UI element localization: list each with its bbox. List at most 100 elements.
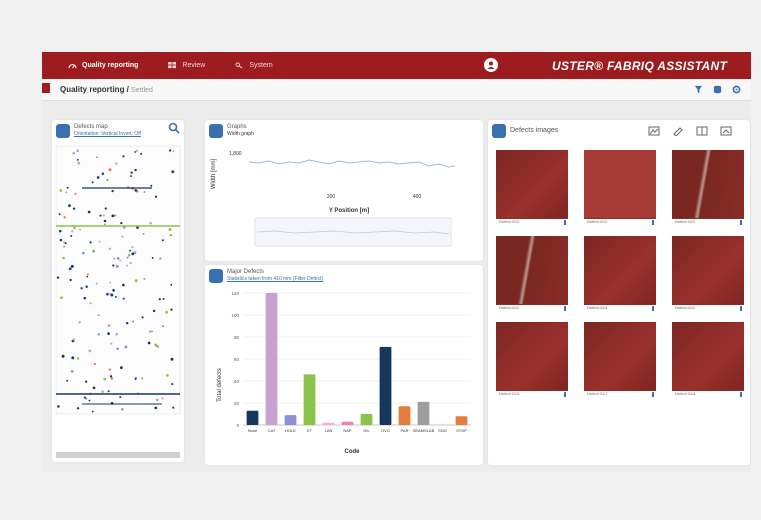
defect-marker[interactable] bbox=[170, 283, 173, 286]
defect-marker[interactable] bbox=[129, 261, 132, 265]
defect-marker[interactable] bbox=[96, 156, 98, 159]
defect-marker[interactable] bbox=[83, 296, 87, 300]
nav-system[interactable]: System bbox=[235, 62, 273, 69]
defect-marker[interactable] bbox=[59, 189, 63, 192]
defect-marker[interactable] bbox=[101, 172, 105, 175]
defect-marker[interactable] bbox=[59, 229, 62, 233]
defect-marker[interactable] bbox=[149, 330, 152, 333]
bar[interactable] bbox=[417, 401, 430, 425]
nav-review[interactable]: Review bbox=[168, 62, 205, 69]
defect-marker[interactable] bbox=[96, 176, 100, 179]
defect-marker[interactable] bbox=[130, 171, 133, 174]
defect-image-thumbnail[interactable]: Defect 01/2 bbox=[584, 150, 656, 226]
defect-marker[interactable] bbox=[62, 241, 66, 244]
defect-marker[interactable] bbox=[72, 151, 76, 155]
defect-marker[interactable] bbox=[155, 344, 158, 348]
bar[interactable] bbox=[360, 414, 373, 425]
defect-marker[interactable] bbox=[158, 298, 161, 301]
info-icon[interactable] bbox=[564, 220, 566, 225]
defect-marker[interactable] bbox=[171, 383, 174, 386]
defect-marker[interactable] bbox=[130, 175, 133, 178]
defect-marker[interactable] bbox=[140, 152, 143, 155]
defect-marker[interactable] bbox=[87, 210, 91, 214]
defect-marker[interactable] bbox=[70, 235, 73, 237]
info-icon[interactable] bbox=[652, 392, 654, 397]
defect-marker[interactable] bbox=[103, 219, 107, 223]
defect-marker[interactable] bbox=[116, 347, 119, 350]
defect-marker[interactable] bbox=[150, 184, 153, 187]
defect-marker[interactable] bbox=[76, 158, 79, 161]
info-icon[interactable] bbox=[740, 306, 742, 311]
defect-marker[interactable] bbox=[115, 264, 119, 268]
defect-marker[interactable] bbox=[72, 207, 76, 210]
defect-marker[interactable] bbox=[60, 296, 63, 300]
map-scrollbar[interactable] bbox=[56, 452, 180, 458]
bar[interactable] bbox=[455, 416, 468, 425]
defect-marker[interactable] bbox=[62, 256, 65, 260]
user-avatar-button[interactable] bbox=[484, 58, 498, 72]
defect-marker[interactable] bbox=[83, 396, 86, 399]
defect-marker[interactable] bbox=[68, 204, 71, 208]
defect-marker[interactable] bbox=[154, 406, 158, 410]
bar[interactable] bbox=[322, 422, 335, 425]
defect-marker[interactable] bbox=[88, 399, 91, 402]
bar[interactable] bbox=[265, 293, 278, 425]
defect-marker[interactable] bbox=[58, 213, 61, 216]
defect-marker[interactable] bbox=[98, 240, 101, 243]
bar[interactable] bbox=[303, 374, 316, 425]
defect-marker[interactable] bbox=[82, 251, 85, 255]
defect-marker[interactable] bbox=[171, 170, 175, 174]
defect-marker[interactable] bbox=[107, 324, 111, 328]
defect-marker[interactable] bbox=[107, 390, 110, 393]
defect-marker[interactable] bbox=[108, 247, 112, 251]
defect-marker[interactable] bbox=[110, 377, 114, 380]
defect-marker[interactable] bbox=[57, 405, 60, 408]
defect-marker[interactable] bbox=[66, 186, 69, 189]
defect-marker[interactable] bbox=[172, 406, 175, 409]
defect-marker[interactable] bbox=[104, 207, 107, 210]
defect-marker[interactable] bbox=[119, 259, 122, 262]
info-icon[interactable] bbox=[564, 306, 566, 311]
defect-marker[interactable] bbox=[126, 264, 129, 267]
defect-marker[interactable] bbox=[102, 214, 105, 217]
defect-marker[interactable] bbox=[91, 181, 94, 184]
defect-image-thumbnail[interactable]: Defect 01/2 bbox=[672, 150, 744, 226]
defect-marker[interactable] bbox=[63, 216, 66, 219]
defect-marker[interactable] bbox=[108, 168, 112, 172]
defect-marker[interactable] bbox=[85, 285, 88, 288]
defect-marker[interactable] bbox=[109, 375, 113, 378]
info-icon[interactable] bbox=[740, 220, 742, 225]
defect-marker[interactable] bbox=[122, 283, 125, 287]
defect-marker[interactable] bbox=[151, 257, 154, 259]
defect-marker[interactable] bbox=[121, 408, 124, 411]
defect-marker[interactable] bbox=[126, 321, 129, 325]
defect-marker[interactable] bbox=[89, 241, 92, 244]
defect-image-thumbnail[interactable]: Defect 01/3 bbox=[496, 322, 568, 398]
defect-marker[interactable] bbox=[172, 150, 175, 153]
defect-marker[interactable] bbox=[59, 238, 63, 242]
defect-marker[interactable] bbox=[86, 275, 89, 278]
defect-marker[interactable] bbox=[141, 377, 144, 380]
bar[interactable] bbox=[341, 421, 354, 425]
defect-marker[interactable] bbox=[134, 377, 137, 381]
defect-marker[interactable] bbox=[95, 282, 98, 285]
defect-marker[interactable] bbox=[62, 245, 66, 248]
defect-marker[interactable] bbox=[86, 273, 89, 276]
defect-marker[interactable] bbox=[156, 398, 159, 402]
defect-marker[interactable] bbox=[92, 386, 96, 390]
defect-marker[interactable] bbox=[122, 155, 125, 158]
defect-marker[interactable] bbox=[101, 390, 104, 394]
defect-marker[interactable] bbox=[165, 310, 168, 314]
defect-marker[interactable] bbox=[76, 407, 80, 410]
defect-marker[interactable] bbox=[115, 162, 118, 165]
defect-marker[interactable] bbox=[170, 308, 173, 311]
defect-marker[interactable] bbox=[119, 396, 122, 399]
defect-marker[interactable] bbox=[111, 214, 115, 218]
info-icon[interactable] bbox=[652, 306, 654, 311]
defect-marker[interactable] bbox=[168, 228, 172, 231]
defect-marker[interactable] bbox=[106, 178, 109, 182]
defect-marker[interactable] bbox=[161, 397, 164, 400]
defect-image-thumbnail[interactable]: Defect 01/2 bbox=[496, 150, 568, 226]
defect-marker[interactable] bbox=[131, 252, 135, 256]
defect-marker[interactable] bbox=[69, 278, 72, 282]
